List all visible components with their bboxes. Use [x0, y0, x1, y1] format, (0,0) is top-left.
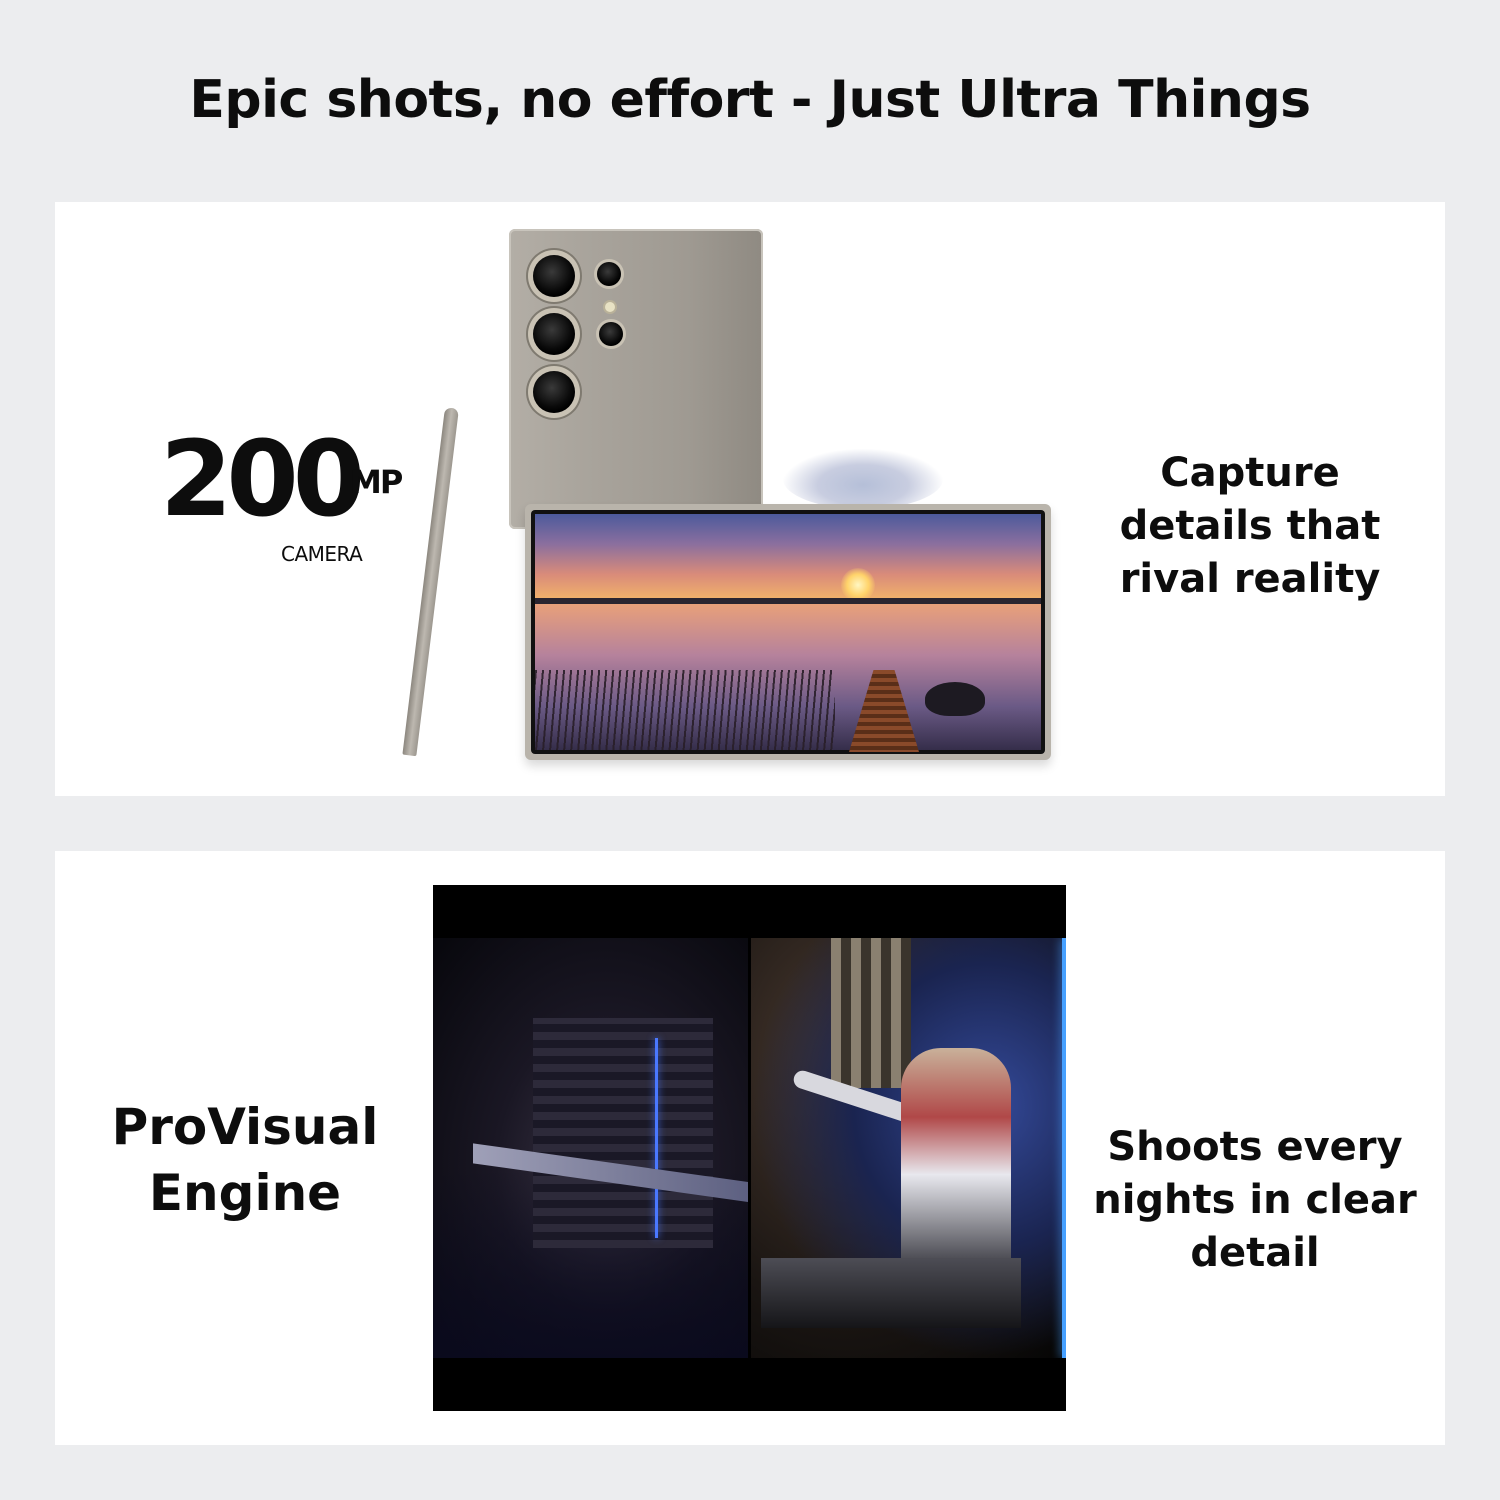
night-shots-text: Shoots every nights in clear detail: [1093, 1124, 1417, 1276]
rowboat-image: [925, 682, 985, 716]
main-camera-lens-icon: [533, 255, 575, 297]
sensor-lens-icon: [597, 262, 621, 286]
dj-wide-shot-image: [433, 938, 748, 1358]
provisual-feature-panel: ProVisual Engine Shoots every nights in …: [55, 851, 1445, 1445]
dj-deck-image: [761, 1258, 1021, 1328]
camera-flash-icon: [605, 302, 615, 312]
laser-af-lens-icon: [599, 322, 623, 346]
provisual-engine-title: ProVisual Engine: [111, 1098, 379, 1222]
phone-back-image: [509, 229, 763, 529]
megapixel-badge: 200 MP CAMERA: [160, 427, 420, 567]
sun-image: [841, 568, 875, 602]
megapixel-number: 200: [160, 418, 365, 540]
megapixel-caption: CAMERA: [281, 542, 363, 566]
reeds-image: [535, 670, 835, 750]
megapixel-unit: MP: [350, 463, 403, 501]
telephoto-lens-icon: [533, 313, 575, 355]
page-headline: Epic shots, no effort - Just Ultra Thing…: [189, 70, 1311, 130]
night-club-photo: [433, 885, 1066, 1411]
camera-feature-panel: 200 MP CAMERA Capture details that rival…: [55, 202, 1445, 796]
dj-figure-image: [901, 1048, 1011, 1278]
ultrawide-lens-icon: [533, 371, 575, 413]
dj-closeup-image: [751, 938, 1066, 1358]
sunset-lake-photo: [531, 510, 1045, 754]
capture-details-text: Capture details that rival reality: [1119, 450, 1381, 602]
cloud-popout-image: [783, 449, 943, 509]
phone-front-image: [525, 504, 1051, 760]
